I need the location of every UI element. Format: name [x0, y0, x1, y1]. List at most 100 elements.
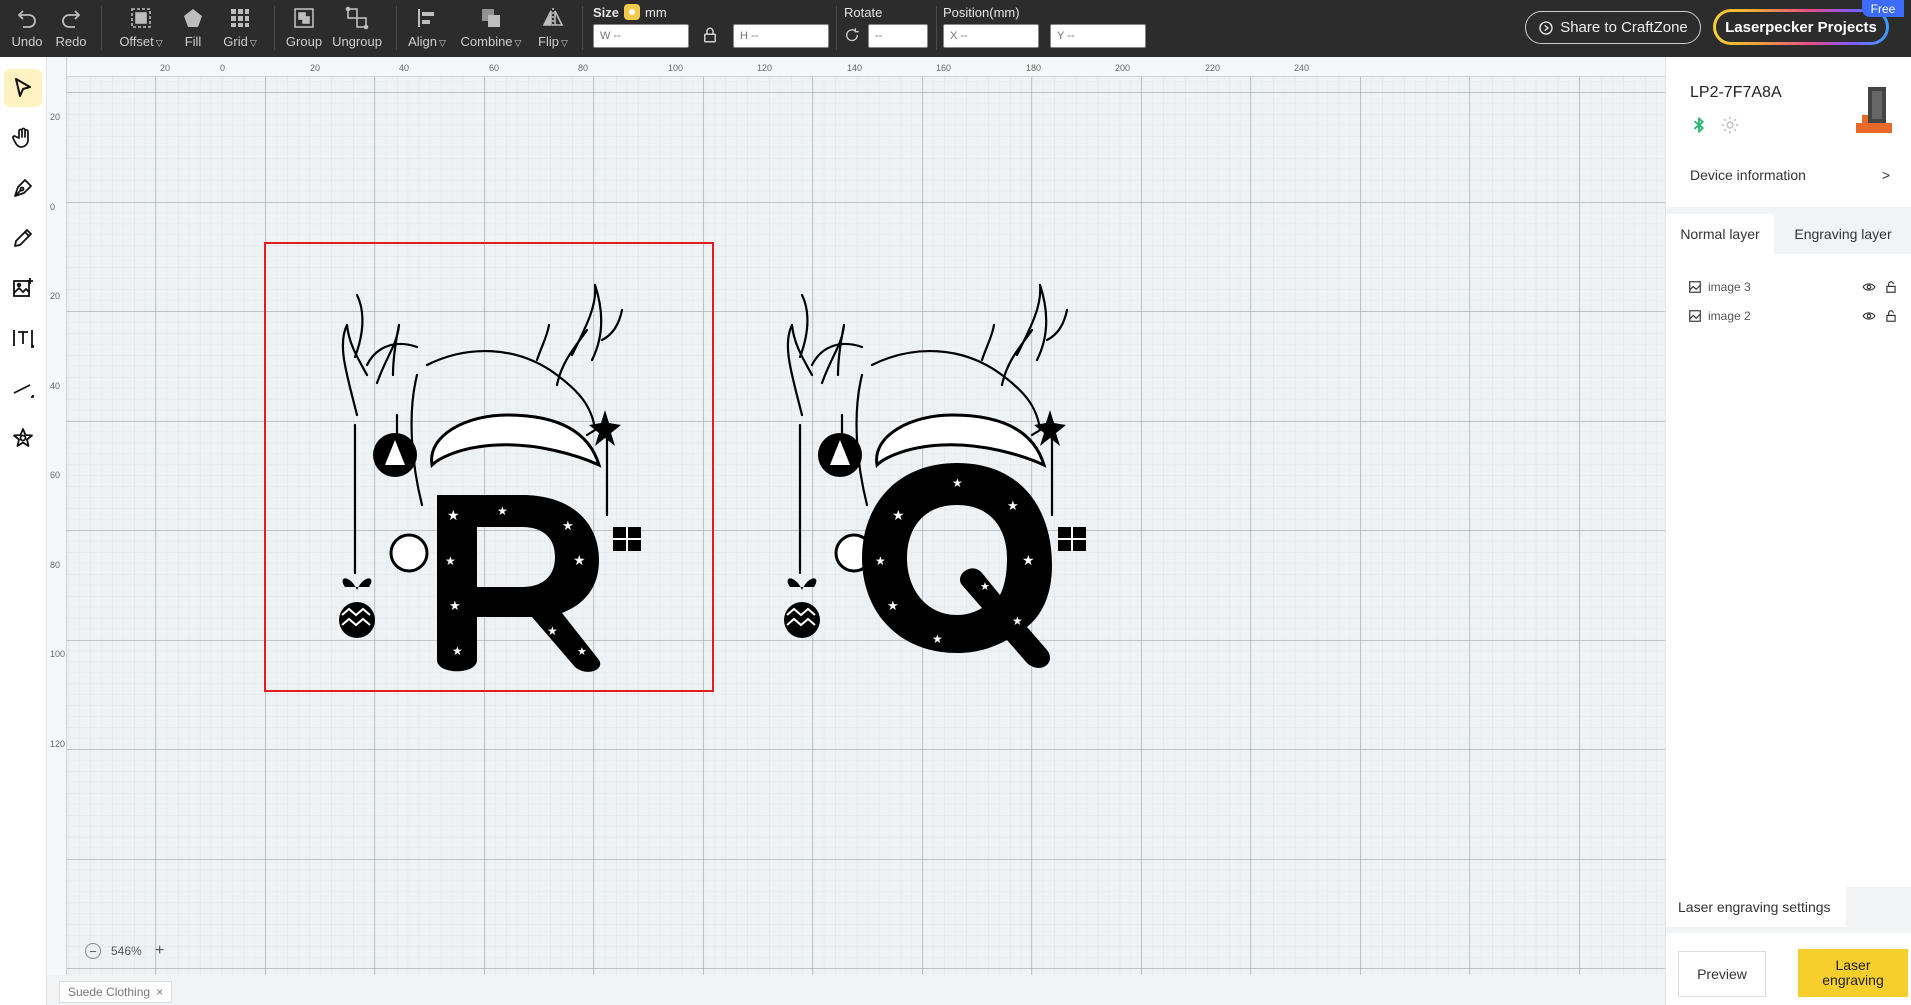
- left-toolbar: [0, 57, 47, 1005]
- fill-icon: [184, 9, 202, 27]
- fill-button[interactable]: Fill: [176, 4, 210, 52]
- image-add-icon: [13, 278, 33, 297]
- svg-text:★: ★: [1007, 499, 1019, 514]
- offset-button[interactable]: Offset ▽: [114, 4, 168, 52]
- tab-normal-layer[interactable]: Normal layer: [1666, 214, 1774, 254]
- tab-engraving-label: Engraving layer: [1794, 226, 1892, 242]
- flip-button[interactable]: Flip ▽: [533, 4, 573, 52]
- toolbar-divider: [396, 6, 397, 50]
- grid-button[interactable]: Grid ▽: [220, 4, 260, 52]
- device-image: [1856, 87, 1892, 133]
- undo-button[interactable]: Undo: [10, 4, 44, 52]
- group-icon: [294, 8, 314, 28]
- laser-engraving-button[interactable]: Laser engraving: [1798, 949, 1908, 997]
- laserpecker-projects-button[interactable]: Laserpecker Projects: [1713, 9, 1889, 45]
- width-input[interactable]: [593, 24, 689, 48]
- image-letter-q[interactable]: ★ ★ ★ ★ ★ ★ ★ ★ ★: [782, 265, 1112, 675]
- ruler-tick-label: 140: [847, 63, 863, 73]
- redo-button[interactable]: Redo: [54, 4, 88, 52]
- zoom-in-button[interactable]: +: [152, 943, 168, 959]
- preview-button[interactable]: Preview: [1678, 951, 1766, 997]
- gear-icon[interactable]: [1720, 115, 1740, 140]
- bluetooth-icon: [1690, 115, 1708, 140]
- rotate-input[interactable]: [868, 24, 928, 48]
- shapes-tool[interactable]: [4, 419, 42, 457]
- text-tool[interactable]: [4, 319, 42, 357]
- cursor-arrow-icon: [15, 78, 31, 97]
- offset-label: Offset: [119, 34, 154, 49]
- material-tab-label: Suede Clothing: [68, 985, 151, 999]
- group-button[interactable]: Group: [285, 4, 323, 52]
- right-panel: LP2-7F7A8A Device information > Normal l…: [1665, 57, 1911, 1005]
- hand-tool[interactable]: [4, 119, 42, 157]
- chevron-down-icon: ▽: [155, 38, 163, 48]
- tab-engraving-layer[interactable]: Engraving layer: [1774, 214, 1911, 254]
- y-position-input[interactable]: [1050, 24, 1146, 48]
- position-label: Position(mm): [943, 5, 1020, 20]
- pencil-tool[interactable]: [4, 219, 42, 257]
- align-label: Align: [408, 34, 437, 49]
- flip-label: Flip: [538, 34, 560, 49]
- lock-ratio-icon[interactable]: [701, 26, 719, 49]
- unlock-icon[interactable]: [1884, 309, 1898, 323]
- svg-text:★: ★: [980, 580, 990, 593]
- ruler-tick-label: 100: [668, 63, 684, 73]
- svg-text:★: ★: [447, 508, 460, 524]
- ruler-tick-label: 0: [220, 63, 226, 73]
- chevron-down-icon: ▽: [249, 38, 257, 48]
- unit-toggle[interactable]: [624, 4, 640, 20]
- ungroup-button[interactable]: Ungroup: [331, 4, 383, 52]
- image-icon: [1689, 281, 1701, 293]
- height-input[interactable]: [733, 24, 829, 48]
- panel-divider: [1666, 927, 1911, 933]
- insert-image-tool[interactable]: [4, 269, 42, 307]
- material-tab-bar: Suede Clothing ×: [47, 975, 1665, 1005]
- settings-label: Laser engraving settings: [1678, 899, 1831, 915]
- device-information-link[interactable]: Device information >: [1690, 162, 1890, 188]
- combine-icon: [482, 9, 500, 27]
- ruler-tick-label: 100: [50, 649, 66, 659]
- eye-icon[interactable]: [1862, 280, 1876, 294]
- ruler-tick-label: 80: [50, 560, 61, 570]
- ruler-tick-label: 60: [489, 63, 500, 73]
- eye-icon[interactable]: [1862, 309, 1876, 323]
- ruler-tick-label: 180: [1026, 63, 1042, 73]
- svg-text:★: ★: [573, 553, 586, 569]
- ruler-tick-label: 20: [160, 63, 171, 73]
- ruler-tick-label: 240: [1294, 63, 1310, 73]
- undo-icon: [17, 10, 36, 28]
- share-to-craftzone-button[interactable]: Share to CraftZone: [1525, 11, 1701, 44]
- flip-icon: [542, 8, 564, 28]
- close-icon[interactable]: ×: [156, 985, 163, 999]
- x-position-input[interactable]: [943, 24, 1039, 48]
- combine-button[interactable]: Combine ▽: [458, 4, 524, 52]
- ruler-tick-label: 220: [1205, 63, 1221, 73]
- align-button[interactable]: Align ▽: [405, 4, 449, 52]
- ungroup-icon: [345, 6, 369, 30]
- ruler-tick-label: 160: [936, 63, 952, 73]
- size-unit: mm: [645, 5, 667, 20]
- select-tool[interactable]: [4, 69, 42, 107]
- hand-icon: [12, 127, 29, 148]
- layer-item[interactable]: image 2: [1688, 306, 1898, 326]
- free-badge: Free: [1862, 0, 1904, 17]
- material-tab[interactable]: Suede Clothing ×: [59, 981, 173, 1003]
- design-canvas[interactable]: 20 0 20 40 60 80 100 120 140 160 180 200…: [47, 57, 1665, 975]
- unlock-icon[interactable]: [1884, 280, 1898, 294]
- zoom-control: − 546% +: [85, 941, 168, 961]
- pen-tool[interactable]: [4, 169, 42, 207]
- chevron-down-icon: ▽: [514, 38, 522, 48]
- svg-text:★: ★: [449, 599, 461, 614]
- layer-item[interactable]: image 3: [1688, 277, 1898, 297]
- tab-normal-label: Normal layer: [1680, 226, 1760, 242]
- text-icon: [13, 330, 34, 348]
- line-tool[interactable]: [4, 369, 42, 407]
- laser-engraving-settings-tab[interactable]: Laser engraving settings: [1666, 887, 1846, 927]
- svg-text:★: ★: [452, 644, 463, 658]
- zoom-out-button[interactable]: −: [85, 943, 101, 959]
- redo-icon: [62, 10, 81, 28]
- svg-text:★: ★: [875, 554, 886, 568]
- top-toolbar: Undo Redo Offset ▽ Fill Grid ▽ Group Ungro…: [0, 0, 1911, 57]
- rotate-icon[interactable]: [844, 27, 860, 48]
- image-letter-r[interactable]: ★ ★ ★ ★ ★ ★ ★ ★ ★: [337, 265, 667, 675]
